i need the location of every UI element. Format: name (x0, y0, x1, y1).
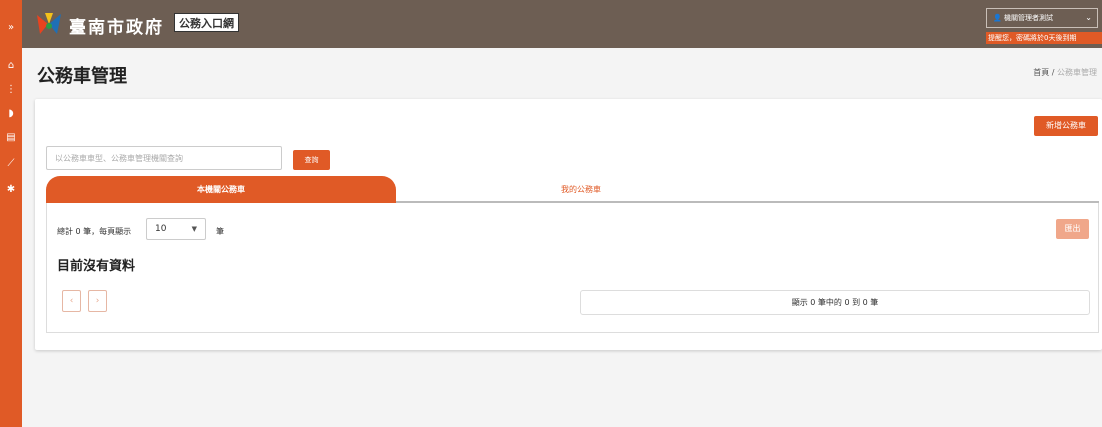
top-header: 臺南市政府 公務入口網 👤 機關管理者測試 ⌄ 提醒您，密碼將於0天後到期 (22, 0, 1102, 48)
vehicle-card: 新增公務車 查詢 本機關公務車 我的公務車 總計 0 筆，每頁顯示 10 ▼ 筆… (35, 99, 1102, 350)
page-size-select[interactable]: 10 ▼ (146, 218, 206, 240)
vehicle-tabs: 本機關公務車 我的公務車 (46, 176, 1099, 203)
export-button[interactable]: 匯出 (1056, 219, 1089, 239)
id-card-icon[interactable]: ▤ (5, 132, 17, 144)
tab-my-vehicles[interactable]: 我的公務車 (396, 176, 766, 203)
page-title: 公務車管理 (37, 66, 127, 87)
add-vehicle-button[interactable]: 新增公務車 (1034, 116, 1098, 136)
site-name[interactable]: 臺南市政府 (69, 13, 164, 38)
empty-message: 目前沒有資料 (57, 259, 136, 274)
chevron-down-icon: ⌄ (1085, 13, 1092, 22)
table-info: 顯示 0 筆中的 0 到 0 筆 (580, 290, 1090, 315)
breadcrumb-current: 公務車管理 (1057, 68, 1097, 77)
breadcrumb: 首頁 / 公務車管理 (1033, 67, 1097, 78)
caret-down-icon: ▼ (191, 225, 197, 233)
password-notice: 提醒您，密碼將於0天後到期 (986, 32, 1102, 44)
search-input[interactable] (46, 146, 282, 170)
wrench-icon[interactable]: ⟋ (5, 158, 17, 170)
gear-icon[interactable]: ✱ (5, 184, 17, 196)
shield-icon[interactable]: ◗ (5, 108, 17, 120)
query-button[interactable]: 查詢 (293, 150, 330, 170)
city-logo-icon[interactable] (36, 12, 62, 36)
user-menu[interactable]: 👤 機關管理者測試 ⌄ (986, 8, 1098, 28)
side-rail: » ⌂ ⋮ ◗ ▤ ⟋ ✱ (0, 0, 22, 427)
chevrons-icon[interactable]: » (5, 22, 17, 34)
breadcrumb-home[interactable]: 首頁 (1033, 68, 1049, 77)
next-page-button[interactable]: › (88, 290, 107, 312)
user-icon: 👤 (993, 14, 1002, 22)
grid-icon[interactable]: ⋮ (5, 84, 17, 96)
home-icon[interactable]: ⌂ (5, 60, 17, 72)
page-size-value: 10 (155, 224, 167, 234)
table-panel: 總計 0 筆，每頁顯示 10 ▼ 筆 匯出 目前沒有資料 ‹ › 顯示 0 筆中… (46, 203, 1099, 333)
prev-page-button[interactable]: ‹ (62, 290, 81, 312)
unit-text: 筆 (216, 227, 224, 236)
user-label: 機關管理者測試 (1003, 14, 1053, 22)
breadcrumb-separator: / (1051, 68, 1055, 77)
tab-agency-vehicles[interactable]: 本機關公務車 (46, 176, 396, 203)
portal-badge[interactable]: 公務入口網 (174, 13, 239, 32)
record-count-text: 總計 0 筆，每頁顯示 (57, 227, 132, 236)
